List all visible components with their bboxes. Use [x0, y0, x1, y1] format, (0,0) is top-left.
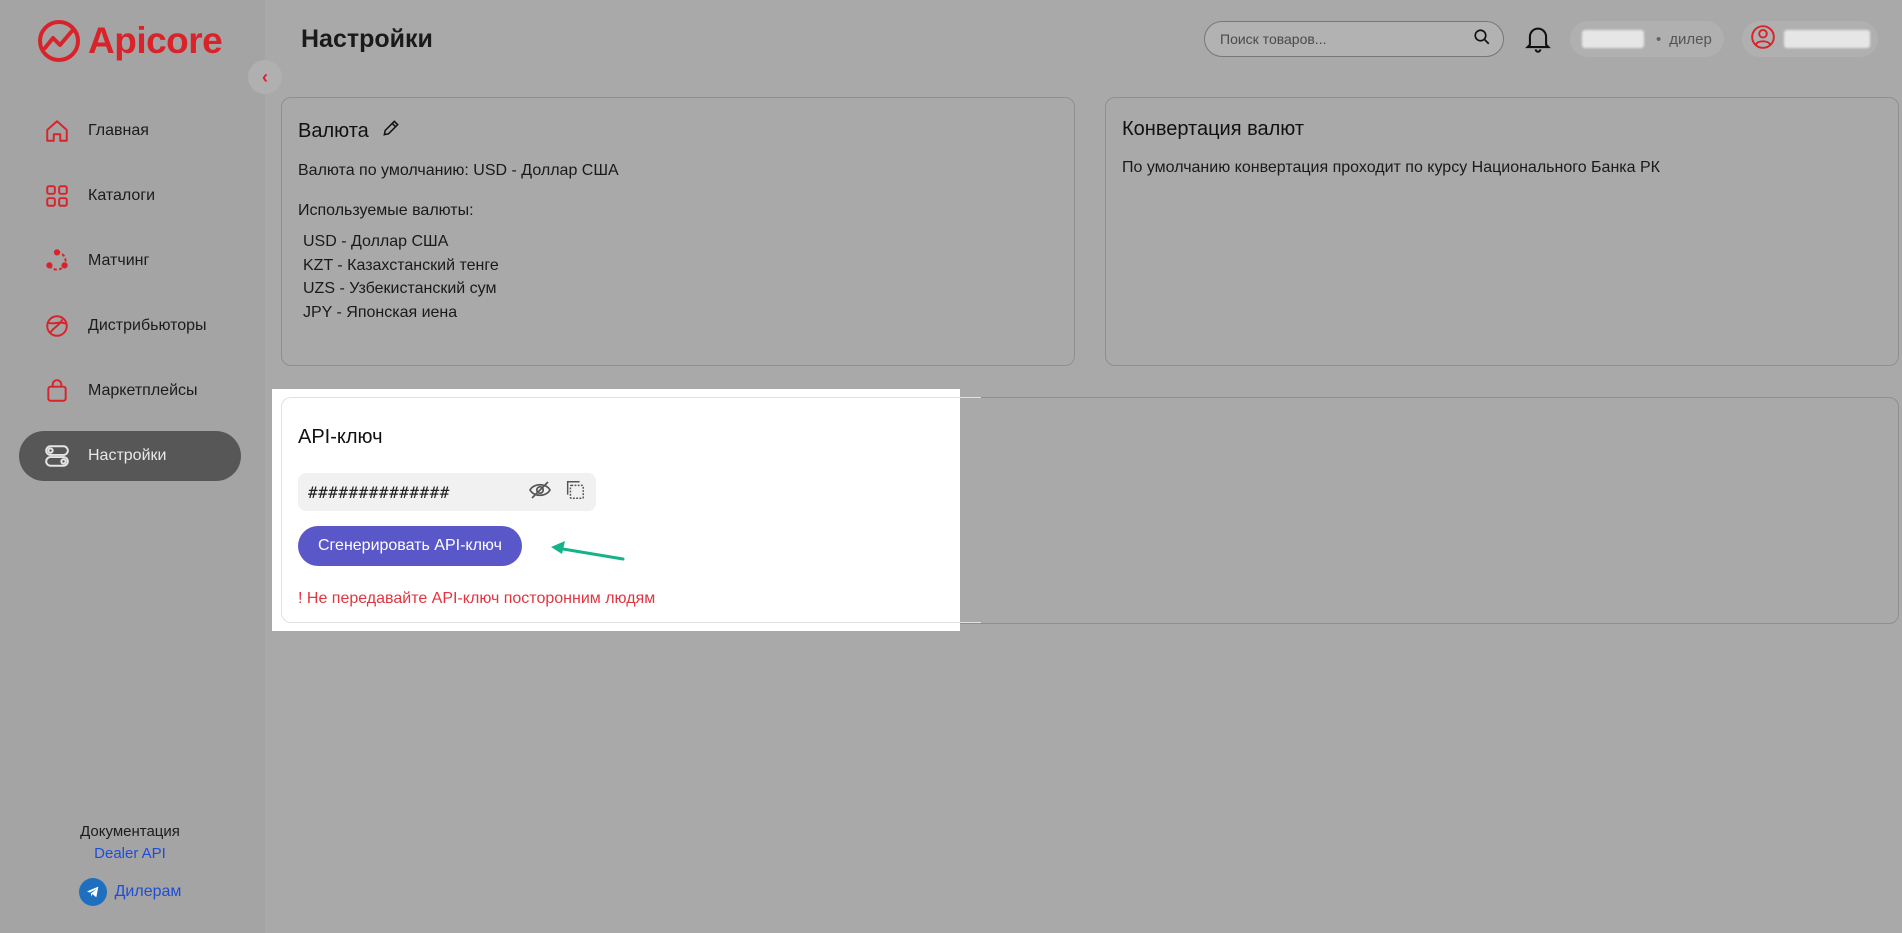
collapse-sidebar-button[interactable]: ‹	[248, 60, 282, 94]
list-item: USD - Доллар США	[303, 233, 449, 250]
page-title: Настройки	[301, 25, 433, 53]
documentation-title: Документация	[80, 823, 180, 840]
generate-api-key-button[interactable]: Сгенерировать API-ключ	[298, 526, 522, 566]
dealer-api-link[interactable]: Dealer API	[0, 845, 260, 862]
list-item: KZT - Казахстанский тенге	[303, 256, 499, 274]
conversion-description: По умолчанию конвертация проходит по кур…	[1122, 159, 1660, 176]
notifications-bell-icon[interactable]	[1524, 24, 1552, 54]
sidebar-item-matching[interactable]: Матчинг	[19, 236, 241, 286]
eye-off-icon[interactable]	[528, 479, 552, 506]
telegram-label: Дилерам	[114, 883, 182, 900]
brand-name: Apicore	[88, 20, 223, 61]
logo-icon	[38, 20, 80, 62]
api-key-field: ##############	[298, 473, 596, 511]
currency-card: Валюта Валюта по умолчанию: USD - Доллар…	[281, 97, 1075, 366]
home-icon	[43, 117, 71, 145]
sidebar-item-settings[interactable]: Настройки	[19, 431, 241, 481]
sidebar-item-label: Дистрибьюторы	[88, 317, 207, 334]
search-bar	[1204, 21, 1504, 57]
api-key-card: API-ключ ############## Сгенерировать AP…	[281, 397, 981, 623]
redacted-dealer-name	[1582, 30, 1644, 48]
role-label: дилер	[1669, 30, 1712, 48]
sidebar-item-label: Каталоги	[88, 187, 156, 204]
search-input[interactable]	[1220, 31, 1473, 47]
sidebar-item-label: Маркетплейсы	[88, 382, 198, 399]
chevron-left-icon: ‹	[262, 66, 268, 87]
user-avatar-icon	[1750, 24, 1776, 55]
api-key-warning: ! Не передавайте API-ключ посторонним лю…	[298, 590, 656, 607]
dealer-selector[interactable]: • дилер	[1570, 21, 1724, 57]
separator-dot: •	[1656, 30, 1662, 48]
grid-icon	[43, 182, 71, 210]
conversion-card: Конвертация валют По умолчанию конвертац…	[1105, 97, 1899, 366]
sidebar-item-marketplaces[interactable]: Маркетплейсы	[19, 366, 241, 416]
telegram-icon	[78, 878, 107, 906]
sidebar-item-label: Главная	[88, 122, 149, 139]
default-currency: Валюта по умолчанию: USD - Доллар США	[298, 162, 619, 179]
currency-card-title: Валюта	[298, 119, 369, 142]
sidebar-item-home[interactable]: Главная	[19, 106, 241, 156]
pointer-arrow-icon	[551, 541, 625, 561]
sidebar-item-label: Настройки	[88, 447, 167, 464]
sidebar-item-label: Матчинг	[88, 252, 150, 269]
edit-pencil-icon[interactable]	[381, 118, 401, 144]
matching-icon	[43, 247, 71, 275]
api-key-highlight: API-ключ ############## Сгенерировать AP…	[272, 389, 981, 631]
sidebar-item-distributors[interactable]: Дистрибьюторы	[19, 301, 241, 351]
used-currencies-title: Используемые валюты:	[298, 202, 474, 219]
bag-icon	[43, 377, 71, 405]
copy-icon[interactable]	[564, 479, 586, 506]
settings-toggle-icon	[43, 442, 71, 470]
sidebar-footer: Документация Dealer API Дилерам	[0, 823, 260, 906]
sidebar: Apicore Главная Каталоги Матчинг Дистриб…	[0, 0, 265, 933]
api-key-actions	[528, 479, 586, 506]
list-item: JPY - Японская иена	[303, 303, 458, 321]
conversion-card-title: Конвертация валют	[1122, 118, 1305, 140]
sidebar-item-catalogs[interactable]: Каталоги	[19, 171, 241, 221]
globe-icon	[43, 312, 71, 340]
sidebar-nav: Главная Каталоги Матчинг Дистрибьюторы М…	[19, 106, 241, 496]
redacted-user-name	[1784, 30, 1870, 48]
telegram-link[interactable]: Дилерам	[0, 878, 260, 906]
currency-list: USD - Доллар США KZT - Казахстанский тен…	[298, 230, 1058, 324]
logo[interactable]: Apicore	[36, 18, 223, 64]
search-icon[interactable]	[1473, 28, 1491, 51]
api-key-title: API-ключ	[298, 426, 383, 448]
user-menu[interactable]	[1742, 21, 1878, 57]
api-key-value[interactable]: ##############	[308, 483, 528, 502]
list-item: UZS - Узбекистанский сум	[303, 280, 497, 297]
currency-card-title-row: Валюта	[298, 118, 1058, 144]
